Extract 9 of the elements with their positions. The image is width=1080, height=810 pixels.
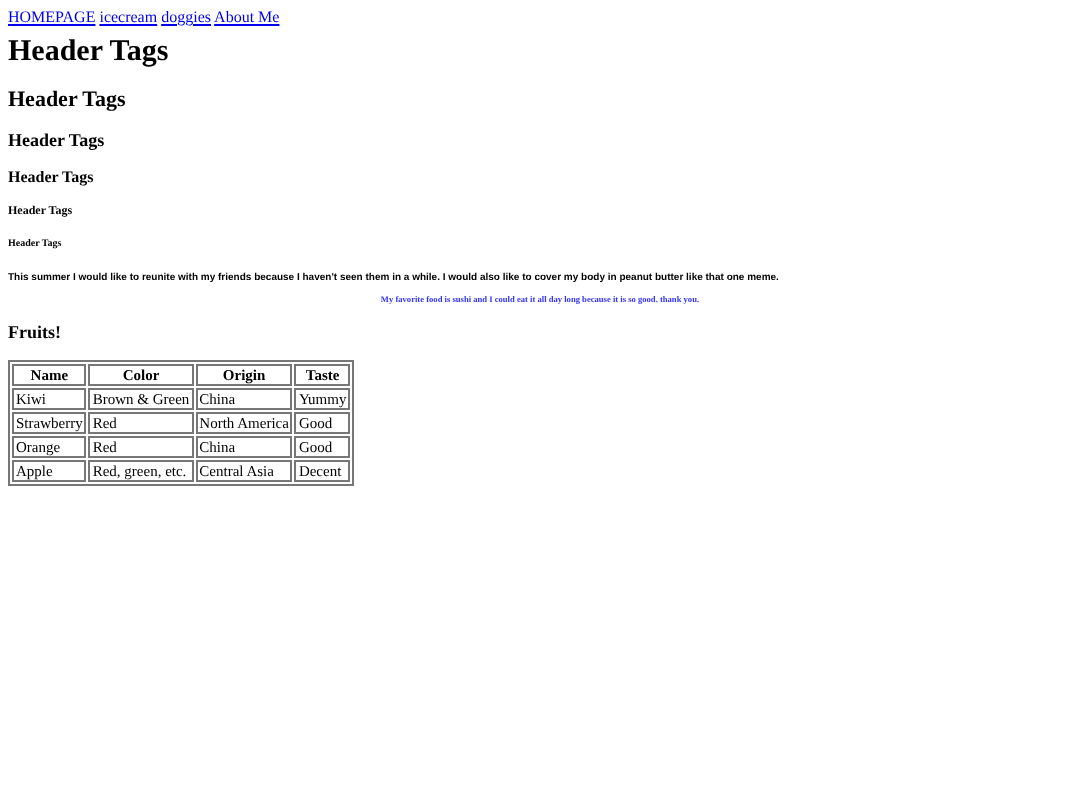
- heading: Header Tags: [8, 130, 107, 150]
- nav-link[interactable]: About Me: [214, 8, 280, 26]
- table-title: Fruits!: [8, 322, 63, 342]
- nav-link[interactable]: doggies: [161, 8, 211, 26]
- heading: Header Tags: [8, 88, 128, 112]
- nav-link[interactable]: HOMEPAGE: [8, 8, 96, 26]
- heading: Header Tags: [8, 168, 96, 186]
- nav-link[interactable]: icecream: [99, 8, 158, 26]
- heading: Header Tags: [8, 36, 171, 70]
